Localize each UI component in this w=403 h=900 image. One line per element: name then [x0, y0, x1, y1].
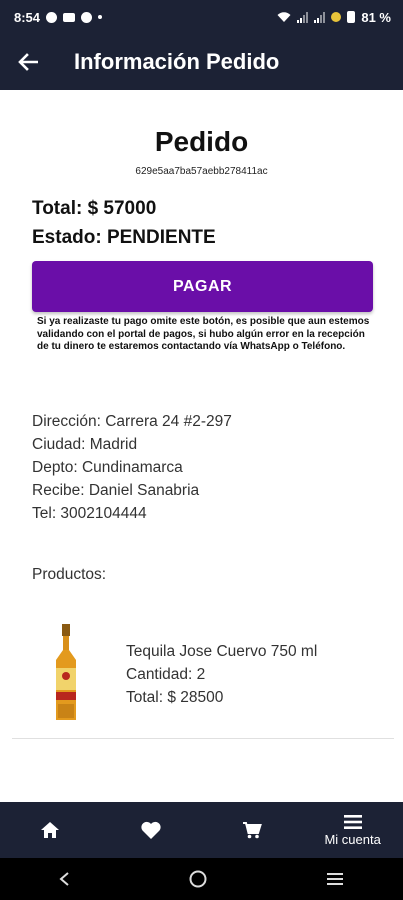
- bottom-navigation: Mi cuenta: [0, 802, 403, 858]
- products-label: Productos:: [32, 566, 107, 583]
- status-time: 8:54: [14, 9, 41, 25]
- system-back-icon[interactable]: [58, 871, 72, 887]
- system-recents-icon[interactable]: [325, 871, 345, 887]
- signal-icon: [297, 11, 309, 23]
- system-navigation: [0, 858, 403, 900]
- nav-account-label: Mi cuenta: [324, 831, 381, 847]
- product-total: Total: $ 28500: [126, 689, 224, 706]
- nav-home[interactable]: [0, 802, 101, 858]
- heart-icon: [141, 821, 161, 839]
- product-name: Tequila Jose Cuervo 750 ml: [126, 643, 318, 660]
- youtube-icon: [63, 12, 76, 22]
- product-image: [56, 624, 76, 720]
- shipping-phone: Tel: 3002104444: [32, 505, 147, 522]
- order-heading: Pedido: [154, 126, 249, 157]
- menu-icon: [343, 814, 362, 829]
- instagram-icon: [81, 11, 93, 23]
- order-total: Total: $ 57000: [32, 198, 157, 219]
- notification-dot-icon: [98, 15, 103, 19]
- pay-note: Si ya realizaste tu pago omite este botó…: [37, 316, 370, 352]
- data-saver-icon: [331, 12, 342, 22]
- divider: [12, 738, 394, 739]
- product-info: Tequila Jose Cuervo 750 ml Cantidad: 2 T…: [126, 640, 317, 709]
- home-icon: [41, 822, 60, 838]
- back-button[interactable]: [0, 34, 56, 90]
- battery-icon: [347, 11, 356, 23]
- system-home-icon[interactable]: [188, 869, 208, 889]
- status-right: 81 %: [277, 10, 391, 25]
- facebook-icon: [46, 11, 58, 23]
- arrow-left-icon: [18, 53, 38, 71]
- status-left: 8:54: [14, 9, 103, 25]
- order-content[interactable]: Pedido 629e5aa7ba57aebb278411ac Total: $…: [0, 90, 403, 802]
- product-quantity: Cantidad: 2: [126, 666, 206, 683]
- cart-icon: [242, 822, 262, 839]
- shipping-department: Depto: Cundinamarca: [32, 459, 183, 476]
- signal-2-icon: [314, 11, 326, 23]
- nav-favorites[interactable]: [101, 802, 202, 858]
- product-list-item[interactable]: Tequila Jose Cuervo 750 ml Cantidad: 2 T…: [0, 618, 403, 728]
- wifi-icon: [277, 11, 291, 22]
- nav-cart[interactable]: [202, 802, 303, 858]
- app-bar: Información Pedido: [0, 34, 403, 90]
- status-bar: 8:54 81 %: [0, 0, 403, 34]
- shipping-city: Ciudad: Madrid: [32, 436, 138, 453]
- pay-button[interactable]: PAGAR: [32, 261, 373, 312]
- order-status: Estado: PENDIENTE: [32, 227, 216, 248]
- shipping-info: Dirección: Carrera 24 #2-297 Ciudad: Mad…: [32, 410, 232, 525]
- order-id: 629e5aa7ba57aebb278411ac: [135, 166, 268, 177]
- shipping-address: Dirección: Carrera 24 #2-297: [32, 413, 232, 430]
- nav-account[interactable]: Mi cuenta: [302, 802, 403, 858]
- shipping-receiver: Recibe: Daniel Sanabria: [32, 482, 200, 499]
- battery-level: 81 %: [361, 9, 391, 25]
- page-title: Información Pedido: [74, 49, 280, 74]
